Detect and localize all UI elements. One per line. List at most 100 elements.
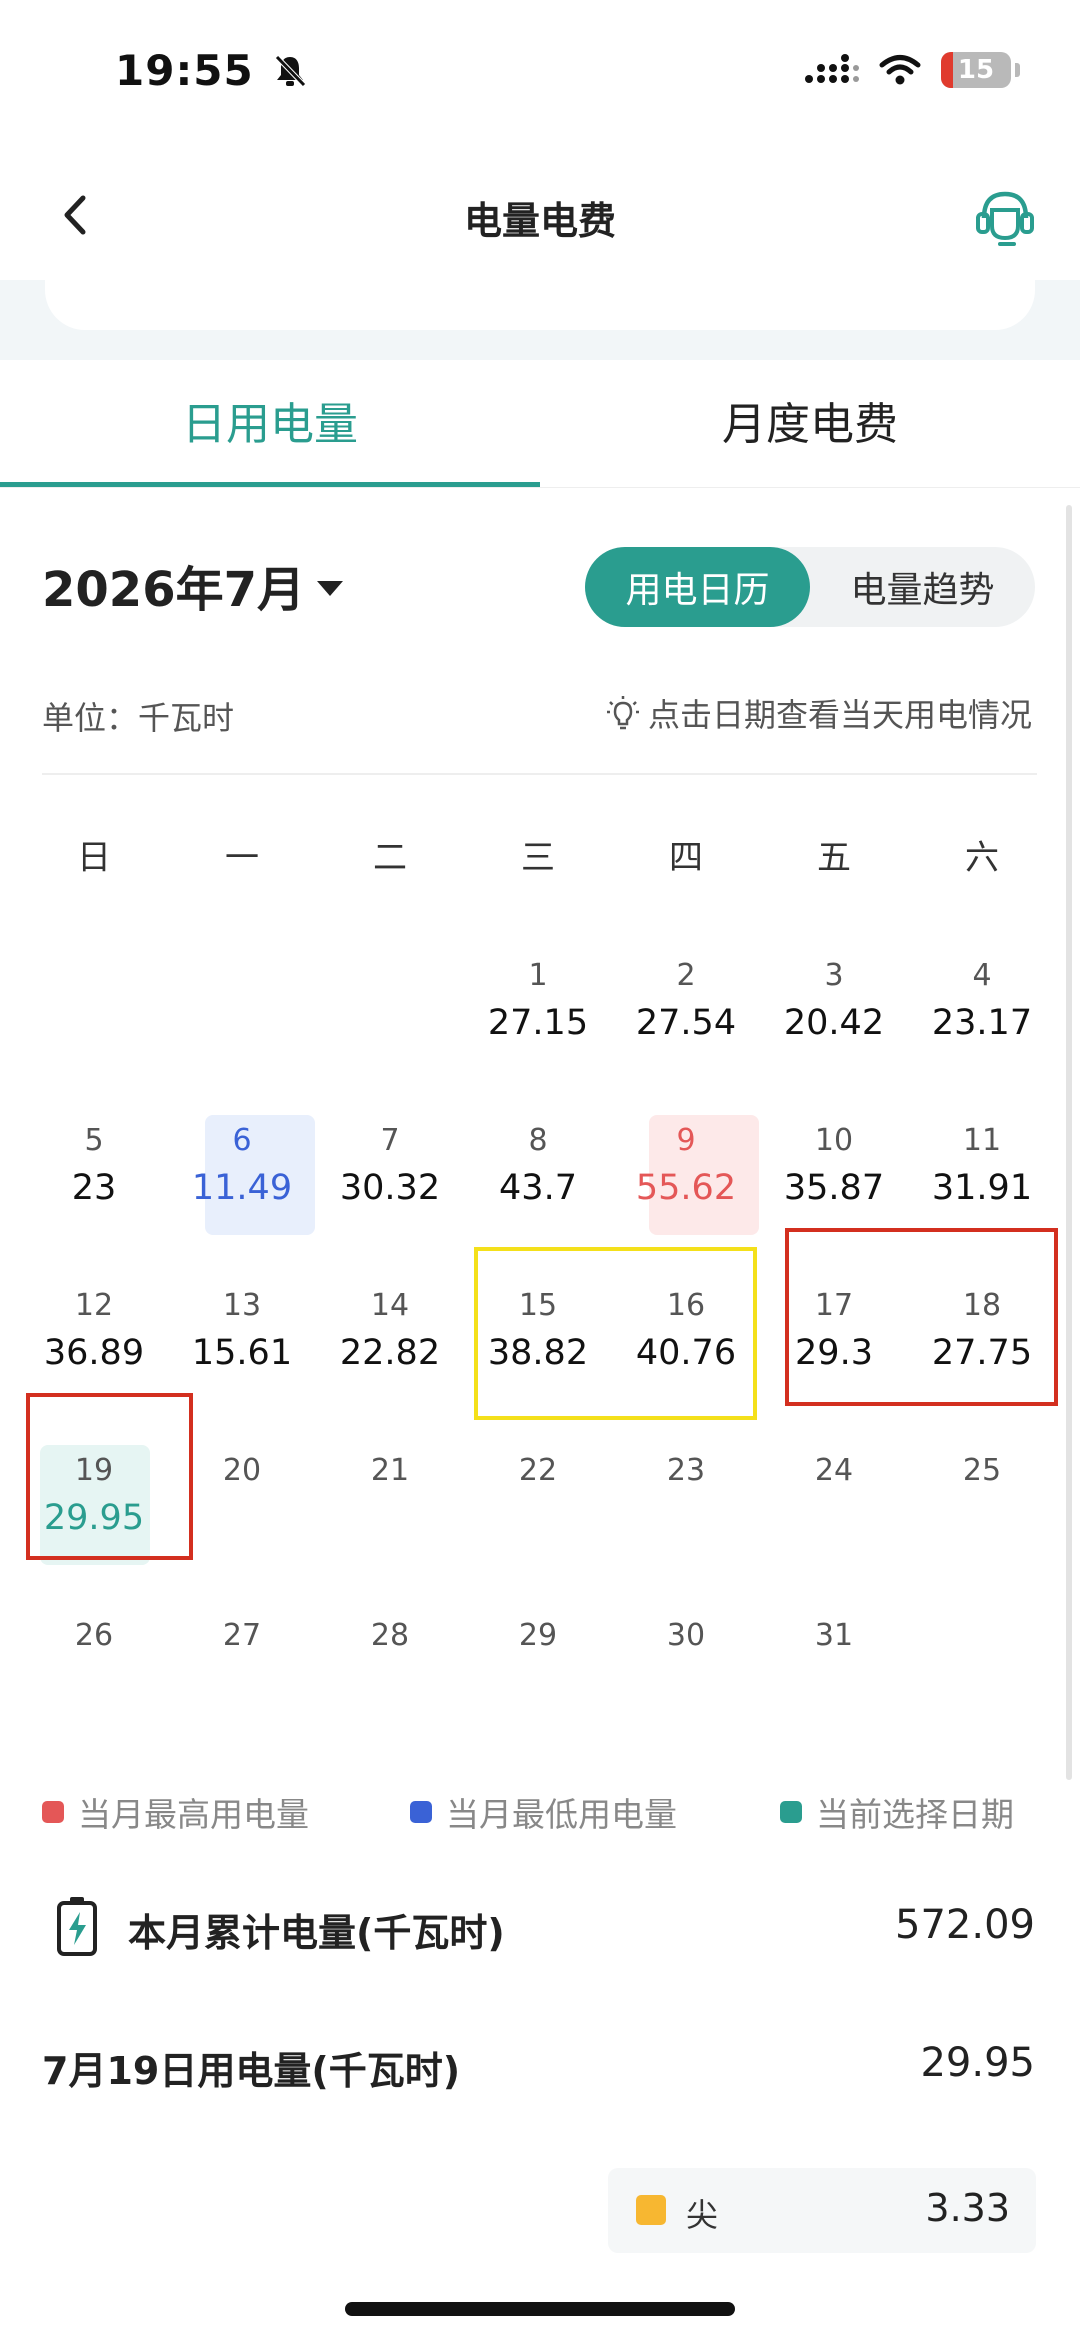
calendar-day[interactable]: 21 [316,1435,464,1600]
day-usage: 11.49 [191,1168,293,1208]
day-number: 13 [222,1288,262,1323]
day-number: 14 [370,1288,410,1323]
calendar-day-highest[interactable]: 9 55.62 [612,1105,760,1270]
day-number: 3 [824,958,844,993]
calendar-day-lowest[interactable]: 6 11.49 [168,1105,316,1270]
battery-low-fill [941,52,953,88]
legend-highest: 当月最高用电量 [42,1788,309,1836]
legend-selected-label: 当前选择日期 [816,1795,1014,1834]
day-usage: 27.54 [635,1003,737,1043]
lowest-swatch [410,1801,432,1823]
day-number: 11 [962,1123,1002,1158]
day-number: 27 [222,1618,262,1653]
day-usage: 22.82 [339,1333,441,1373]
signal-icon [805,54,859,83]
calendar-day[interactable]: 25 [908,1435,1056,1600]
calendar-day[interactable]: 23 [612,1435,760,1600]
day-usage: 20.42 [783,1003,885,1043]
day-number: 2 [676,958,696,993]
day-number: 28 [370,1618,410,1653]
selected-day-value: 29.95 [920,2040,1035,2086]
battery-indicator: 15 [941,52,1011,88]
calendar-view-button[interactable]: 用电日历 [585,547,810,627]
annotation-box-red [26,1393,193,1560]
day-number: 30 [666,1618,706,1653]
battery-charge-icon [57,1897,97,1956]
view-toggle: 用电日历 电量趋势 [585,547,1035,627]
peak-label: 尖 [686,2196,719,2234]
battery-level: 15 [957,55,995,85]
trend-view-button[interactable]: 电量趋势 [810,547,1035,627]
calendar-day[interactable]: 2 27.54 [612,940,760,1105]
day-usage: 30.32 [339,1168,441,1208]
annotation-box-yellow [474,1247,757,1420]
day-number: 22 [518,1453,558,1488]
status-icons: 15 [803,48,1020,92]
hint: 点击日期查看当天用电情况 [606,690,1032,736]
monthly-total-value: 572.09 [895,1902,1035,1948]
lightbulb-icon [606,696,639,730]
day-number: 9 [676,1123,696,1158]
legend-selected: 当前选择日期 [780,1788,1014,1836]
day-usage: 23.17 [931,1003,1033,1043]
weekday-sun: 日 [77,838,111,878]
status-time-text: 19:55 [115,46,254,95]
day-number: 12 [74,1288,114,1323]
day-number: 10 [814,1123,854,1158]
wifi-icon [879,55,921,85]
calendar-day[interactable]: 28 [316,1600,464,1765]
day-number: 5 [84,1123,104,1158]
legend-lowest-label: 当月最低用电量 [446,1795,677,1834]
calendar-day[interactable]: 8 43.7 [464,1105,612,1270]
day-usage: 23 [71,1168,117,1208]
calendar-day[interactable]: 29 [464,1600,612,1765]
day-number: 8 [528,1123,548,1158]
scrollbar[interactable] [1066,505,1072,1780]
calendar-day[interactable]: 7 30.32 [316,1105,464,1270]
calendar-day[interactable]: 4 23.17 [908,940,1056,1105]
calendar-day[interactable]: 5 23 [20,1105,168,1270]
month-label: 2026年7月 [42,562,305,618]
calendar-day[interactable]: 3 20.42 [760,940,908,1105]
day-number: 1 [528,958,548,993]
customer-service-icon[interactable] [970,182,1040,252]
page-title: 电量电费 [463,199,616,243]
day-number: 26 [74,1618,114,1653]
tab-monthly-bill[interactable]: 月度电费 [540,388,1080,452]
day-usage: 27.15 [487,1003,589,1043]
weekday-fri: 五 [817,838,851,878]
status-time: 19:55 [115,46,307,95]
tab-daily-usage[interactable]: 日用电量 [0,388,540,452]
weekday-mon: 一 [225,838,259,878]
weekday-sat: 六 [965,838,999,878]
day-number: 7 [380,1123,400,1158]
peak-value: 3.33 [925,2186,1010,2230]
calendar-day[interactable]: 14 22.82 [316,1270,464,1435]
peak-usage-row: 尖 3.33 [608,2168,1036,2253]
day-usage: 36.89 [43,1333,145,1373]
tab-divider [0,487,1080,488]
day-number: 4 [972,958,992,993]
day-number: 6 [232,1123,252,1158]
header-card-edge [45,280,1035,330]
day-number: 31 [814,1618,854,1653]
home-indicator[interactable] [345,2302,735,2316]
day-number: 29 [518,1618,558,1653]
calendar-day[interactable]: 22 [464,1435,612,1600]
day-usage: 31.91 [931,1168,1033,1208]
calendar-day[interactable]: 1 27.15 [464,940,612,1105]
annotation-box-red [785,1228,1058,1406]
day-usage: 55.62 [635,1168,737,1208]
peak-swatch [636,2195,666,2225]
section-divider [42,773,1037,775]
calendar-day[interactable]: 30 [612,1600,760,1765]
legend-lowest: 当月最低用电量 [410,1788,677,1836]
calendar-day[interactable]: 31 [760,1600,908,1765]
day-usage: 35.87 [783,1168,885,1208]
calendar-day[interactable]: 27 [168,1600,316,1765]
month-selector[interactable]: 2026年7月 [42,550,343,620]
calendar-day[interactable]: 24 [760,1435,908,1600]
day-number: 25 [962,1453,1002,1488]
calendar-day[interactable]: 26 [20,1600,168,1765]
day-number: 24 [814,1453,854,1488]
